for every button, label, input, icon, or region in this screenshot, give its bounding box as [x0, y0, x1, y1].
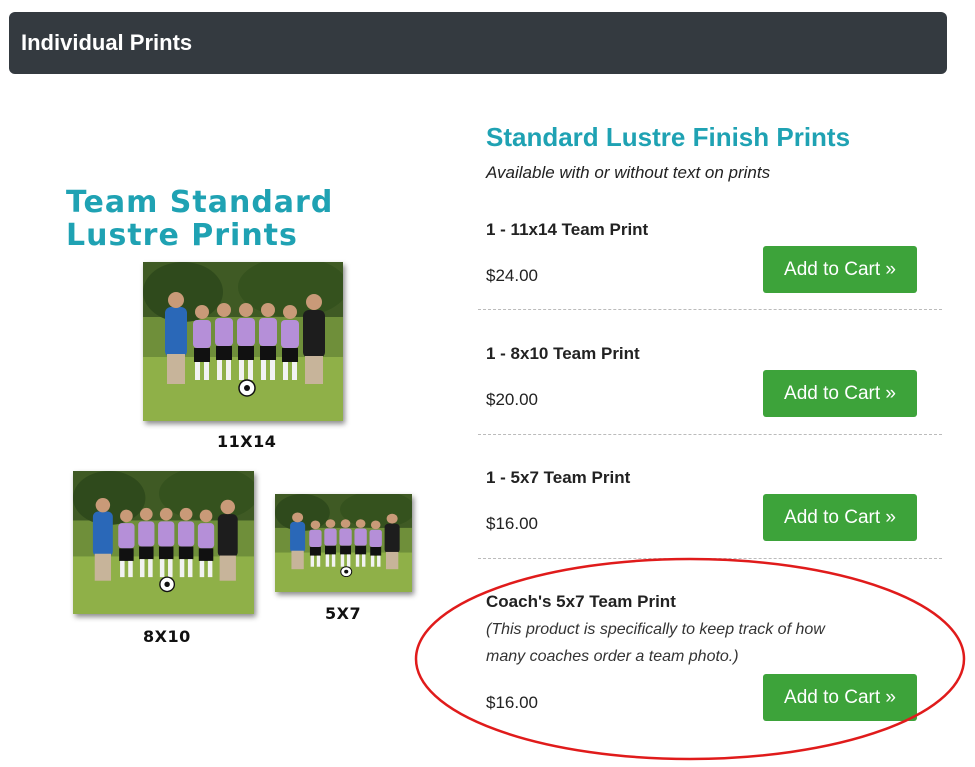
product-divider [478, 309, 942, 310]
product-name: 1 - 11x14 Team Print [486, 220, 649, 239]
team-prints-heading: Team Standard Lustre Prints [66, 186, 366, 252]
team-photo-11x14-image [143, 262, 343, 421]
product-note-line2: many coaches order a team photo.) [486, 648, 739, 665]
product-price: $16.00 [486, 693, 538, 712]
product-item: 1 - 8x10 Team Print $20.00 Add to Cart » [478, 342, 942, 435]
caption-5x7: 5X7 [325, 604, 362, 623]
product-price: $20.00 [486, 390, 538, 409]
product-item: 1 - 11x14 Team Print $24.00 Add to Cart … [478, 218, 942, 310]
add-to-cart-button[interactable]: Add to Cart » [763, 674, 917, 721]
section-header: Individual Prints [9, 12, 947, 74]
product-note-line1: (This product is specifically to keep tr… [486, 621, 825, 638]
product-item-coach: Coach's 5x7 Team Print (This product is … [478, 590, 942, 730]
team-prints-heading-line2: Lustre Prints [66, 218, 298, 253]
product-name: 1 - 5x7 Team Print [486, 468, 631, 487]
add-to-cart-button[interactable]: Add to Cart » [763, 370, 917, 417]
team-photo-5x7 [275, 494, 412, 592]
team-photo-11x14 [143, 262, 343, 421]
team-prints-heading-line1: Team Standard [66, 185, 334, 220]
product-divider [478, 434, 942, 435]
product-divider [478, 558, 942, 559]
product-name: 1 - 8x10 Team Print [486, 344, 640, 363]
team-photo-8x10 [73, 471, 254, 614]
add-to-cart-button[interactable]: Add to Cart » [763, 494, 917, 541]
product-note: (This product is specifically to keep tr… [486, 616, 906, 670]
section-title: Individual Prints [21, 30, 193, 55]
product-name: Coach's 5x7 Team Print [486, 592, 676, 611]
finish-prints-heading: Standard Lustre Finish Prints [486, 122, 851, 152]
caption-11x14: 11X14 [217, 432, 277, 451]
caption-8x10: 8X10 [143, 627, 191, 646]
product-price: $24.00 [486, 266, 538, 285]
product-item: 1 - 5x7 Team Print $16.00 Add to Cart » [478, 466, 942, 559]
finish-prints-subheading: Available with or without text on prints [486, 163, 771, 182]
add-to-cart-button[interactable]: Add to Cart » [763, 246, 917, 293]
team-photo-8x10-image [73, 471, 254, 614]
team-photo-5x7-image [275, 494, 412, 592]
product-price: $16.00 [486, 514, 538, 533]
